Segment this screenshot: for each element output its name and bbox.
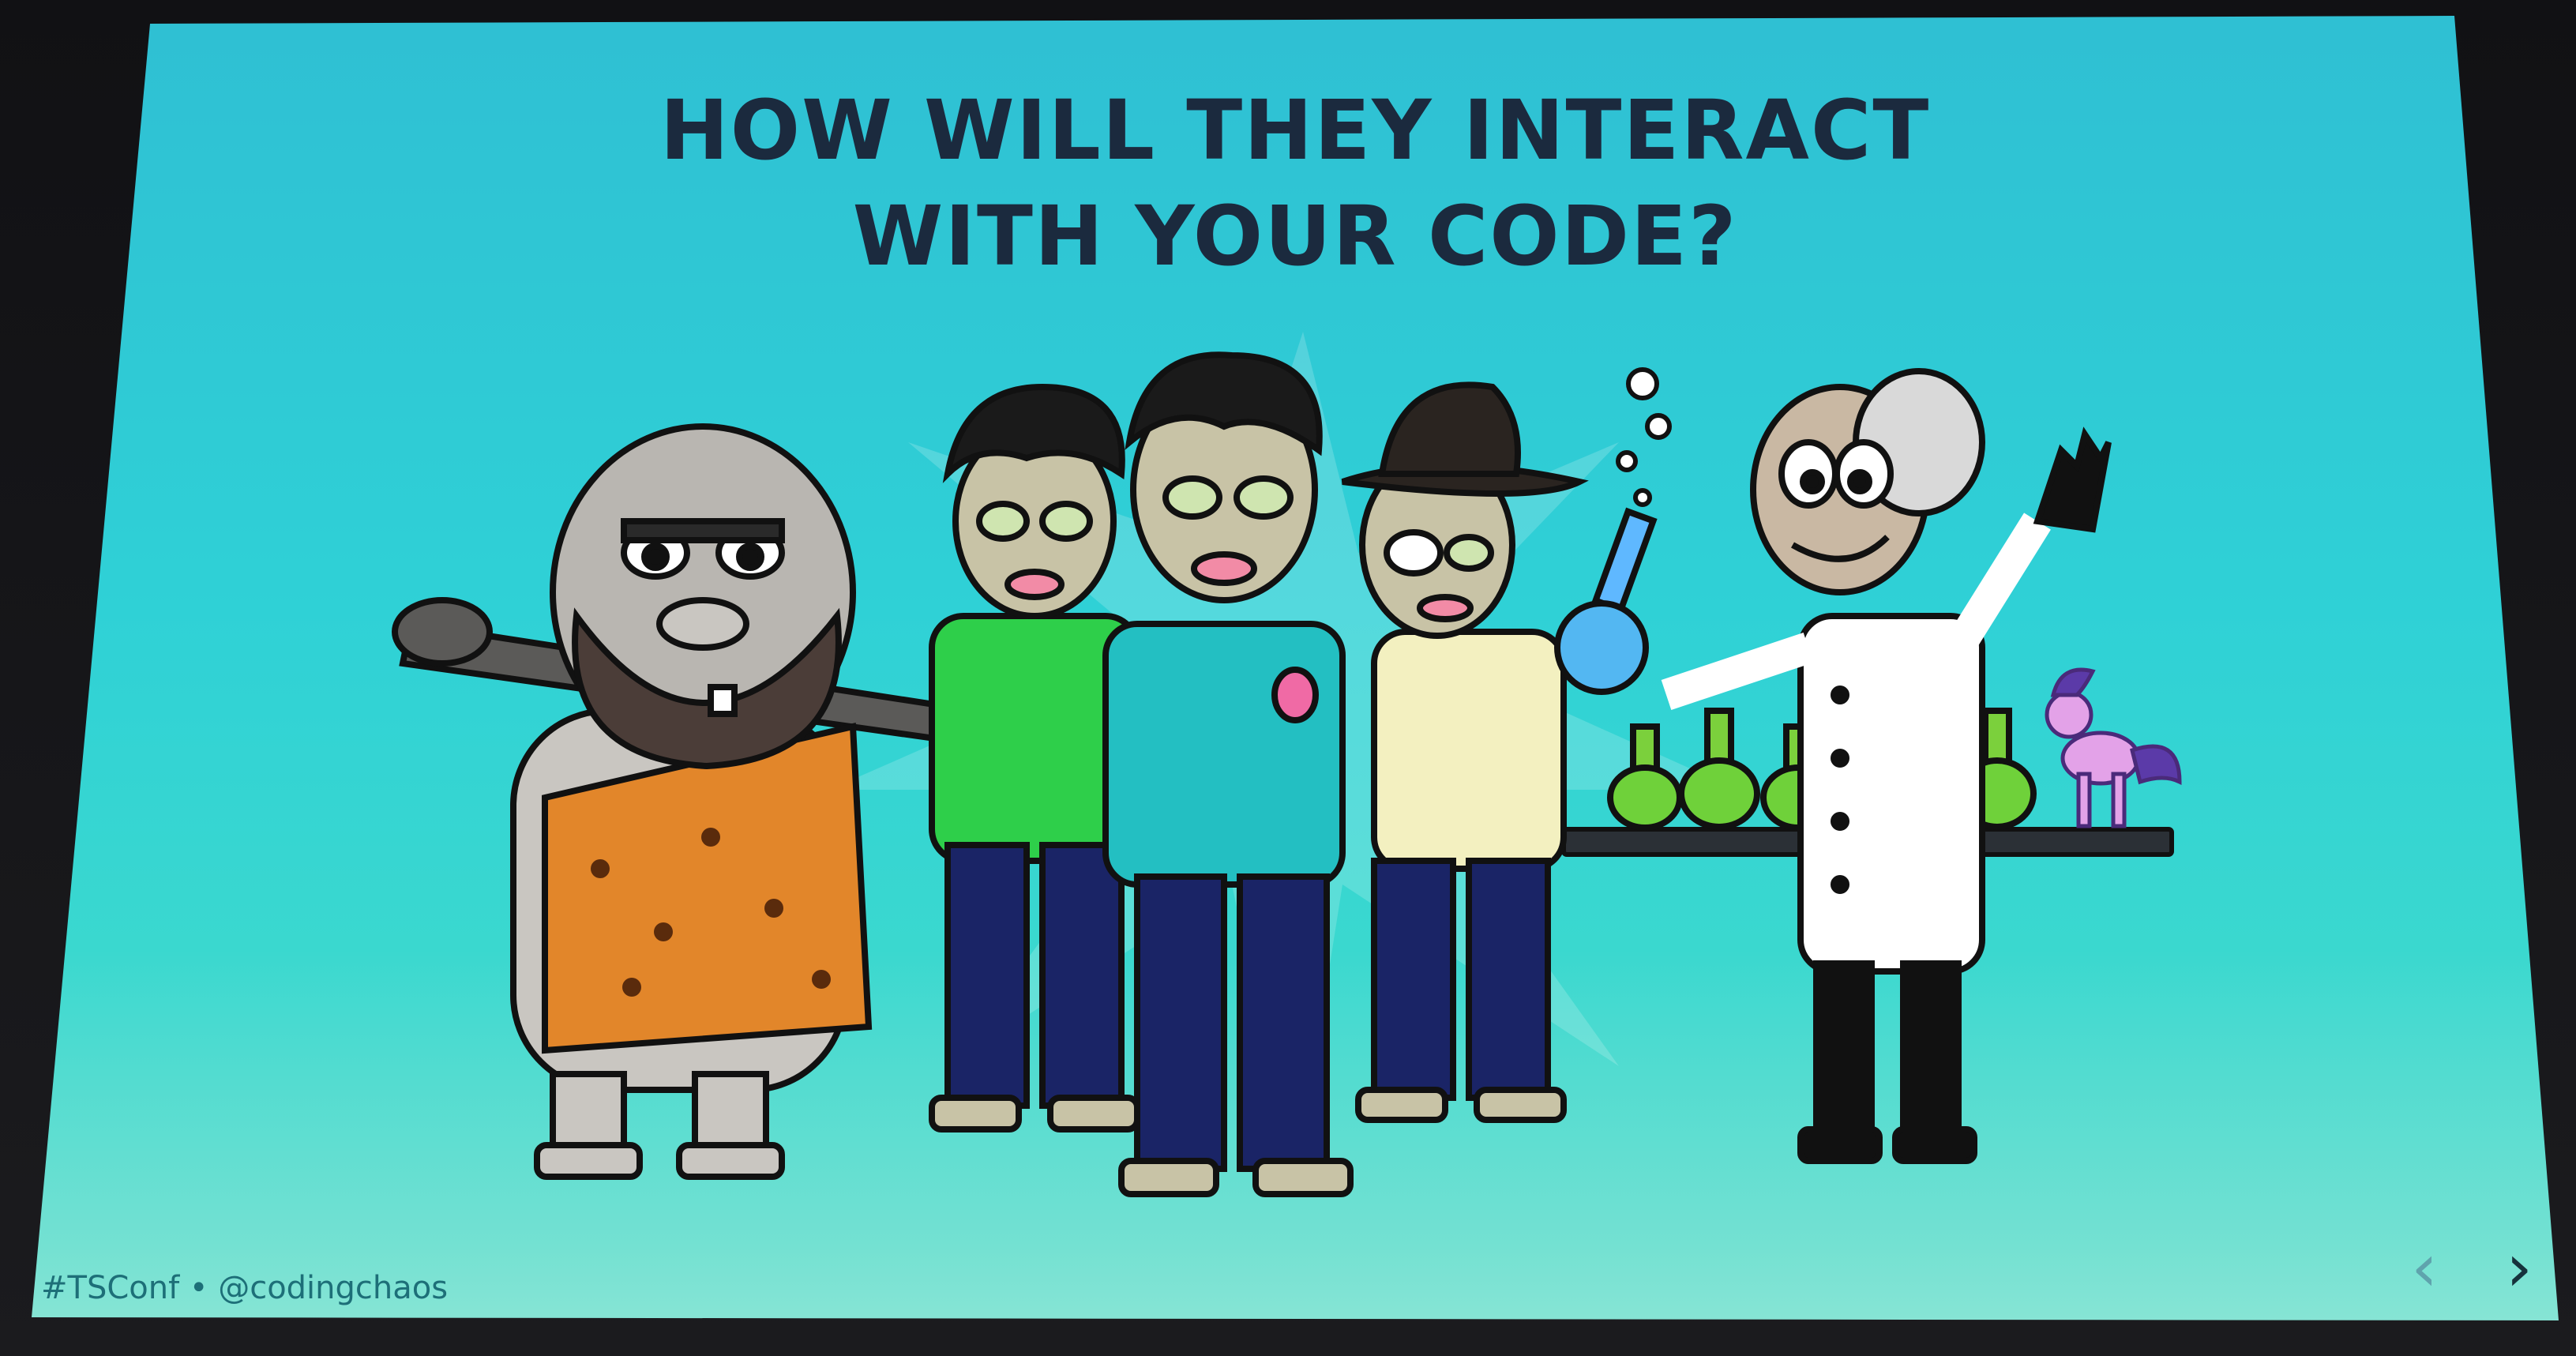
pony-figurine [2045, 667, 2182, 828]
footer-hashtag: #TSConf • @codingchaos [41, 1270, 449, 1306]
chevron-left-icon[interactable]: ‹ [2393, 1232, 2456, 1303]
slide: HOW WILL THEY INTERACT WITH YOUR CODE? #… [32, 16, 2559, 1320]
bubbles-icon [1616, 367, 1672, 507]
flask-icon [1678, 708, 1760, 830]
chevron-right-icon[interactable]: › [2488, 1232, 2551, 1303]
illustration [392, 332, 2182, 1197]
flask-icon [1554, 507, 1658, 695]
zombie-character [1102, 351, 1354, 1197]
